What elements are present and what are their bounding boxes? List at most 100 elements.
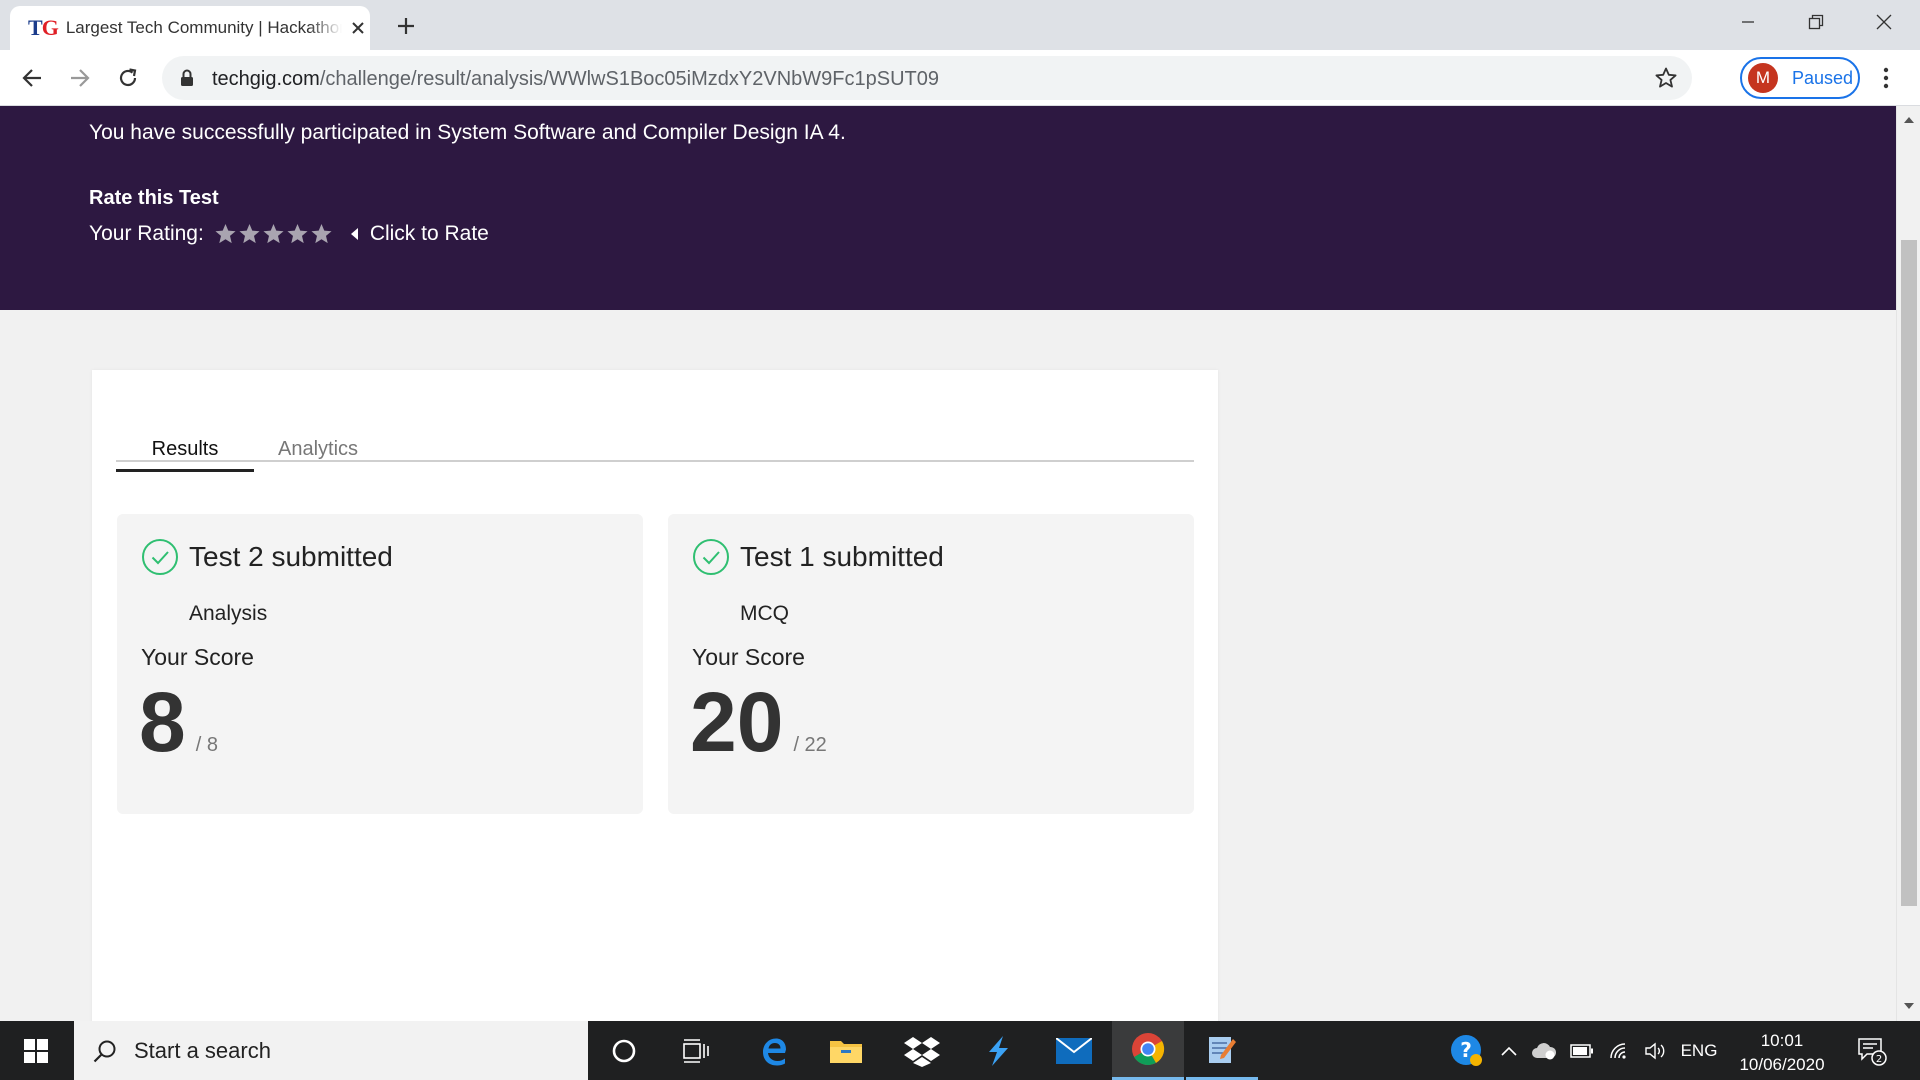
rating-star-icon[interactable] [310,223,333,245]
close-window-button[interactable] [1850,0,1918,44]
chrome-app[interactable] [1112,1021,1184,1080]
wifi-icon [1610,1042,1626,1059]
test-type: MCQ [740,602,789,625]
test-title: Test 2 submitted [189,541,393,572]
language-label: ENG [1680,1040,1718,1060]
rating-label: Your Rating: [89,222,204,245]
participation-banner: You have successfully participated in Sy… [0,106,1896,310]
file-explorer-app[interactable] [810,1021,882,1080]
mail-app[interactable] [1038,1021,1110,1080]
taskbar-clock[interactable]: 10:01 10/06/2020 [1720,1029,1844,1077]
clock-time: 10:01 [1760,1031,1804,1050]
profile-button[interactable]: M Paused [1740,57,1860,99]
rating-star-icon[interactable] [214,223,237,245]
folder-icon [830,1040,862,1063]
show-hidden-icons-button[interactable] [1496,1021,1522,1080]
tab-title: Largest Tech Community | Hackathons [65,18,343,37]
scroll-down-arrow-icon[interactable] [1903,999,1915,1013]
notification-icon: 2 [1858,1037,1887,1066]
lock-icon[interactable] [180,69,194,92]
browser-toolbar: techgig.com/challenge/result/analysis/WW… [0,50,1920,106]
score-number: 20 [690,675,784,769]
test-result-card: Test 2 submitted Analysis Your Score 8 /… [117,514,643,814]
svg-text:?: ? [1460,1038,1472,1062]
battery-icon [1570,1043,1593,1058]
test-result-header: Test 2 submitted [141,538,393,576]
visual-studio-code-app[interactable] [962,1021,1034,1080]
new-tab-button[interactable] [392,12,420,40]
rate-test-heading: Rate this Test [89,187,219,209]
minimize-button[interactable] [1714,0,1782,44]
bookmark-star-icon[interactable] [1654,66,1678,95]
lightning-app-icon [989,1035,1008,1066]
tab-results[interactable]: Results [116,436,254,472]
edge-icon [763,1038,786,1065]
score-label: Your Score [692,644,805,670]
search-placeholder: Start a search [134,1037,271,1063]
chevron-up-icon [1501,1046,1517,1056]
address-bar[interactable]: techgig.com/challenge/result/analysis/WW… [162,56,1692,100]
forward-button[interactable] [66,64,94,92]
scroll-up-arrow-icon[interactable] [1903,112,1915,126]
mail-icon [1056,1037,1092,1064]
onedrive-tray-icon[interactable] [1528,1021,1560,1080]
participation-message: You have successfully participated in Sy… [89,121,846,144]
reload-button[interactable] [114,64,142,92]
click-to-rate-label: Click to Rate [369,222,489,245]
language-indicator[interactable]: ENG [1676,1021,1722,1080]
wifi-tray-icon[interactable] [1604,1021,1636,1080]
browser-tab[interactable]: TG Largest Tech Community | Hackathons [10,6,370,50]
windows-logo-icon [24,1038,48,1063]
results-card: Results Analytics Test 2 submitted Analy… [92,370,1218,1021]
tab-analytics[interactable]: Analytics [254,436,382,472]
taskbar-search-box[interactable]: Start a search [74,1021,588,1080]
score-value: 8 / 8 [139,680,218,764]
test-result-header: Test 1 submitted [692,538,944,576]
score-total: / 8 [195,734,218,756]
click-to-rate[interactable]: Click to Rate [350,222,489,246]
check-circle-icon [142,539,178,575]
score-number: 8 [139,675,186,769]
dropbox-icon [904,1036,940,1067]
task-view-button[interactable] [660,1021,732,1080]
rating-star-icon[interactable] [238,223,261,245]
cortana-button[interactable] [588,1021,660,1080]
cloud-icon [1532,1042,1557,1059]
windows-taskbar: Start a search ? ENG 10:01 10/06/2020 2 [0,1021,1920,1080]
rating-star-icon[interactable] [286,223,309,245]
help-tray-button[interactable]: ? [1442,1021,1492,1080]
tab-close-icon[interactable] [346,16,370,40]
chrome-icon [1132,1033,1165,1066]
dropbox-app[interactable] [886,1021,958,1080]
avatar: M [1748,63,1778,93]
results-tabs: Results Analytics [116,436,1194,472]
rating-star-icon[interactable] [262,223,285,245]
caret-left-icon [350,228,358,240]
browser-menu-icon[interactable] [1876,62,1896,94]
help-question-icon: ? [1451,1034,1482,1066]
score-label: Your Score [141,644,254,670]
check-circle-icon [693,539,729,575]
scrollbar-thumb[interactable] [1901,240,1917,906]
back-button[interactable] [18,64,46,92]
profile-status: Paused [1792,67,1854,88]
score-total: / 22 [793,734,827,756]
page-scrollbar[interactable] [1896,106,1920,1021]
url-text[interactable]: techgig.com/challenge/result/analysis/WW… [212,68,939,91]
notification-count: 2 [1876,1054,1882,1065]
score-value: 20 / 22 [690,680,827,764]
volume-tray-icon[interactable] [1640,1021,1672,1080]
battery-tray-icon[interactable] [1566,1021,1598,1080]
rating-stars[interactable] [214,223,333,245]
techgig-favicon-icon: TG [28,15,59,40]
restore-button[interactable] [1782,0,1850,44]
cortana-circle-icon [612,1039,636,1062]
edge-app[interactable] [738,1021,810,1080]
browser-tab-bar: TG Largest Tech Community | Hackathons [0,0,1920,50]
speaker-icon [1645,1042,1665,1059]
notepad-pencil-icon [1209,1037,1236,1063]
action-center-button[interactable]: 2 [1852,1021,1892,1080]
test-type: Analysis [189,602,268,625]
windows-start-button[interactable] [0,1021,72,1080]
notepad-app[interactable] [1186,1021,1258,1080]
